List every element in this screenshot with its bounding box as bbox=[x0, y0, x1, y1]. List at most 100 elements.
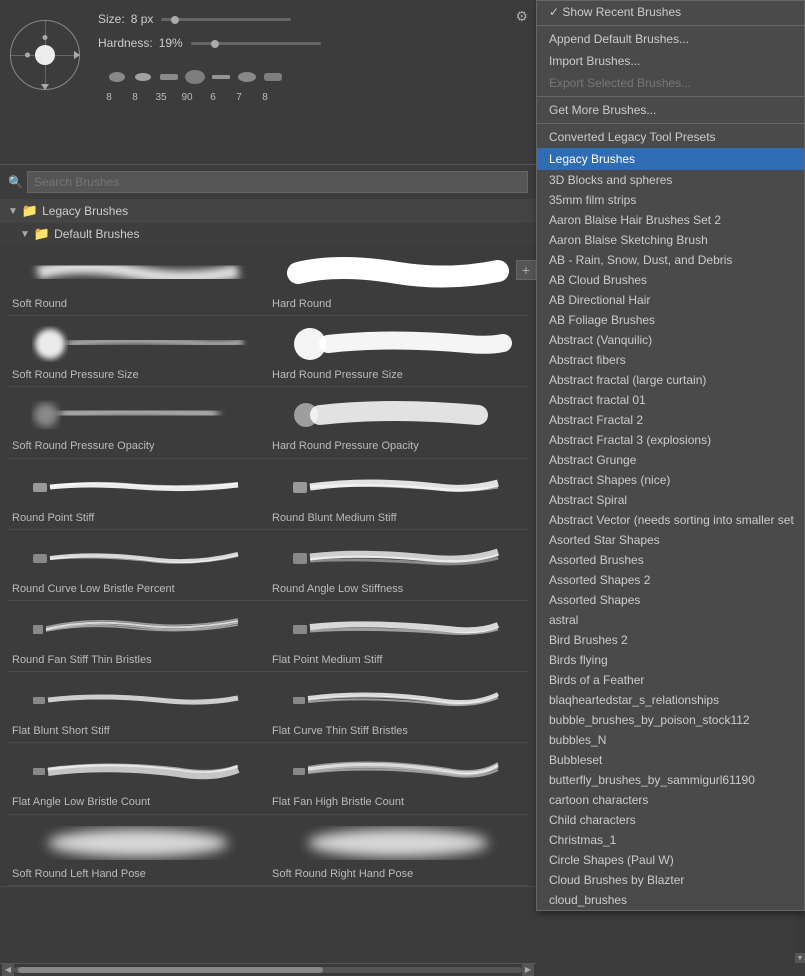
brush-library-item-33[interactable]: Christmas_1 bbox=[537, 830, 804, 850]
scroll-right-button[interactable]: ▶ bbox=[522, 964, 534, 976]
tree-group-legacy: ▼ 📁 Legacy Brushes ▼ 📁 Default Brushes bbox=[0, 199, 536, 887]
hardness-control-row: Hardness: 19% bbox=[98, 36, 528, 50]
brush-library-item-2[interactable]: Aaron Blaise Hair Brushes Set 2 bbox=[537, 210, 804, 230]
brush-preview-soft-pressure-size bbox=[12, 322, 264, 367]
recent-size-4: 90 bbox=[176, 92, 198, 103]
brush-name-hard-round: Hard Round bbox=[272, 298, 524, 311]
scroll-down-button[interactable]: ▼ bbox=[795, 953, 805, 963]
scroll-left-button[interactable]: ◀ bbox=[2, 964, 14, 976]
brush-library-item-19[interactable]: Assorted Brushes bbox=[537, 550, 804, 570]
brush-library-item-3[interactable]: Aaron Blaise Sketching Brush bbox=[537, 230, 804, 250]
brush-library-item-23[interactable]: Bird Brushes 2 bbox=[537, 630, 804, 650]
brush-name-flat-blunt: Flat Blunt Short Stiff bbox=[12, 725, 264, 738]
brush-icon-7[interactable] bbox=[262, 68, 284, 86]
brush-icon-4[interactable] bbox=[184, 68, 206, 86]
brush-library-item-21[interactable]: Assorted Shapes bbox=[537, 590, 804, 610]
brush-library-item-13[interactable]: Abstract Fractal 3 (explosions) bbox=[537, 430, 804, 450]
brush-library-item-24[interactable]: Birds flying bbox=[537, 650, 804, 670]
brush-icon-2[interactable] bbox=[132, 68, 154, 86]
brush-library-item-18[interactable]: Asorted Star Shapes bbox=[537, 530, 804, 550]
brush-icon-1[interactable] bbox=[106, 68, 128, 86]
brush-library-item-8[interactable]: Abstract (Vanquilic) bbox=[537, 330, 804, 350]
size-slider[interactable] bbox=[161, 18, 291, 21]
brushes-panel: ⚙ Size: 8 px Hardness: bbox=[0, 0, 805, 975]
subgroup-arrow-icon: ▼ bbox=[20, 229, 30, 240]
brush-library-item-34[interactable]: Circle Shapes (Paul W) bbox=[537, 850, 804, 870]
brush-library-item-9[interactable]: Abstract fibers bbox=[537, 350, 804, 370]
brush-cell-soft-pressure-size[interactable]: Soft Round Pressure Size bbox=[8, 316, 268, 387]
brush-cell-round-angle[interactable]: Round Angle Low Stiffness bbox=[268, 530, 528, 601]
brush-name-flat-curve: Flat Curve Thin Stiff Bristles bbox=[272, 725, 524, 738]
bottom-scrollbar-track[interactable] bbox=[14, 967, 522, 973]
brush-library-item-32[interactable]: Child characters bbox=[537, 810, 804, 830]
brush-cell-round-blunt[interactable]: Round Blunt Medium Stiff bbox=[268, 459, 528, 530]
brush-cell-round-point[interactable]: Round Point Stiff bbox=[8, 459, 268, 530]
brush-preview-circle bbox=[10, 20, 80, 90]
brush-cell-round-fan[interactable]: Round Fan Stiff Thin Bristles bbox=[8, 601, 268, 672]
brush-cell-round-curve[interactable]: Round Curve Low Bristle Percent bbox=[8, 530, 268, 601]
brush-cell-flat-angle[interactable]: Flat Angle Low Bristle Count bbox=[8, 743, 268, 814]
menu-item-append-default[interactable]: Append Default Brushes... bbox=[537, 28, 804, 50]
brush-name-soft-opacity: Soft Round Pressure Opacity bbox=[12, 440, 264, 453]
brush-cell-flat-fan[interactable]: Flat Fan High Bristle Count bbox=[268, 743, 528, 814]
brush-library-item-27[interactable]: bubble_brushes_by_poison_stock112 bbox=[537, 710, 804, 730]
menu-item-legacy-brushes[interactable]: Legacy Brushes bbox=[537, 148, 804, 170]
brush-library-item-10[interactable]: Abstract fractal (large curtain) bbox=[537, 370, 804, 390]
recent-brushes-row bbox=[98, 64, 528, 90]
brush-cell-soft-round[interactable]: Soft Round bbox=[8, 245, 268, 316]
brush-library-item-4[interactable]: AB - Rain, Snow, Dust, and Debris bbox=[537, 250, 804, 270]
brush-cell-hard-opacity[interactable]: Hard Round Pressure Opacity bbox=[268, 387, 528, 458]
brush-icon-5[interactable] bbox=[210, 68, 232, 86]
brush-name-flat-point: Flat Point Medium Stiff bbox=[272, 654, 524, 667]
search-input[interactable] bbox=[27, 171, 528, 193]
settings-gear-icon[interactable]: ⚙ bbox=[515, 8, 528, 25]
arrow-bottom-icon bbox=[41, 84, 49, 90]
size-control-row: Size: 8 px bbox=[98, 12, 528, 26]
brush-cell-soft-opacity[interactable]: Soft Round Pressure Opacity bbox=[8, 387, 268, 458]
brush-icon-3[interactable] bbox=[158, 68, 180, 86]
brush-library-item-36[interactable]: cloud_brushes bbox=[537, 890, 804, 910]
menu-item-converted-legacy[interactable]: Converted Legacy Tool Presets bbox=[537, 126, 804, 148]
tree-group-label-legacy: Legacy Brushes bbox=[42, 204, 128, 218]
brush-cell-flat-blunt[interactable]: Flat Blunt Short Stiff bbox=[8, 672, 268, 743]
brush-library-item-6[interactable]: AB Directional Hair bbox=[537, 290, 804, 310]
brush-library-item-25[interactable]: Birds of a Feather bbox=[537, 670, 804, 690]
brush-library-item-16[interactable]: Abstract Spiral bbox=[537, 490, 804, 510]
brush-library-item-1[interactable]: 35mm film strips bbox=[537, 190, 804, 210]
menu-item-get-more[interactable]: Get More Brushes... bbox=[537, 99, 804, 121]
brush-library-item-14[interactable]: Abstract Grunge bbox=[537, 450, 804, 470]
brush-library-item-30[interactable]: butterfly_brushes_by_sammigurl61190 bbox=[537, 770, 804, 790]
brush-library-item-0[interactable]: 3D Blocks and spheres bbox=[537, 170, 804, 190]
brush-library-item-7[interactable]: AB Foliage Brushes bbox=[537, 310, 804, 330]
brush-library-item-17[interactable]: Abstract Vector (needs sorting into smal… bbox=[537, 510, 804, 530]
brush-library-item-5[interactable]: AB Cloud Brushes bbox=[537, 270, 804, 290]
brush-cell-hard-pressure-size[interactable]: Hard Round Pressure Size bbox=[268, 316, 528, 387]
brush-library-item-22[interactable]: astral bbox=[537, 610, 804, 630]
brush-library-item-11[interactable]: Abstract fractal 01 bbox=[537, 390, 804, 410]
hardness-value: 19% bbox=[159, 36, 183, 50]
brush-library-item-35[interactable]: Cloud Brushes by Blazter bbox=[537, 870, 804, 890]
hardness-slider[interactable] bbox=[191, 42, 321, 45]
brush-cell-soft-round-left[interactable]: Soft Round Left Hand Pose bbox=[8, 815, 268, 886]
menu-item-import[interactable]: Import Brushes... bbox=[537, 50, 804, 72]
brush-library-item-29[interactable]: Bubbleset bbox=[537, 750, 804, 770]
brush-cell-flat-curve[interactable]: Flat Curve Thin Stiff Bristles bbox=[268, 672, 528, 743]
menu-item-export: Export Selected Brushes... bbox=[537, 72, 804, 94]
brush-cell-soft-round-right[interactable]: Soft Round Right Hand Pose bbox=[268, 815, 528, 886]
brush-name-round-angle: Round Angle Low Stiffness bbox=[272, 583, 524, 596]
brush-name-flat-fan: Flat Fan High Bristle Count bbox=[272, 796, 524, 809]
brush-preview-flat-angle bbox=[12, 749, 264, 794]
brush-library-item-28[interactable]: bubbles_N bbox=[537, 730, 804, 750]
add-brush-button[interactable]: + bbox=[516, 260, 536, 280]
brush-cell-hard-round[interactable]: Hard Round bbox=[268, 245, 528, 316]
brush-library-item-20[interactable]: Assorted Shapes 2 bbox=[537, 570, 804, 590]
tree-group-header-legacy[interactable]: ▼ 📁 Legacy Brushes bbox=[0, 199, 536, 223]
menu-item-show-recent[interactable]: Show Recent Brushes bbox=[537, 1, 804, 23]
brush-library-item-12[interactable]: Abstract Fractal 2 bbox=[537, 410, 804, 430]
brush-cell-flat-point[interactable]: Flat Point Medium Stiff bbox=[268, 601, 528, 672]
brush-icon-6[interactable] bbox=[236, 68, 258, 86]
brush-library-item-31[interactable]: cartoon characters bbox=[537, 790, 804, 810]
brush-library-item-26[interactable]: blaqheartedstar_s_relationships bbox=[537, 690, 804, 710]
tree-subgroup-default[interactable]: ▼ 📁 Default Brushes bbox=[0, 223, 536, 245]
brush-library-item-15[interactable]: Abstract Shapes (nice) bbox=[537, 470, 804, 490]
